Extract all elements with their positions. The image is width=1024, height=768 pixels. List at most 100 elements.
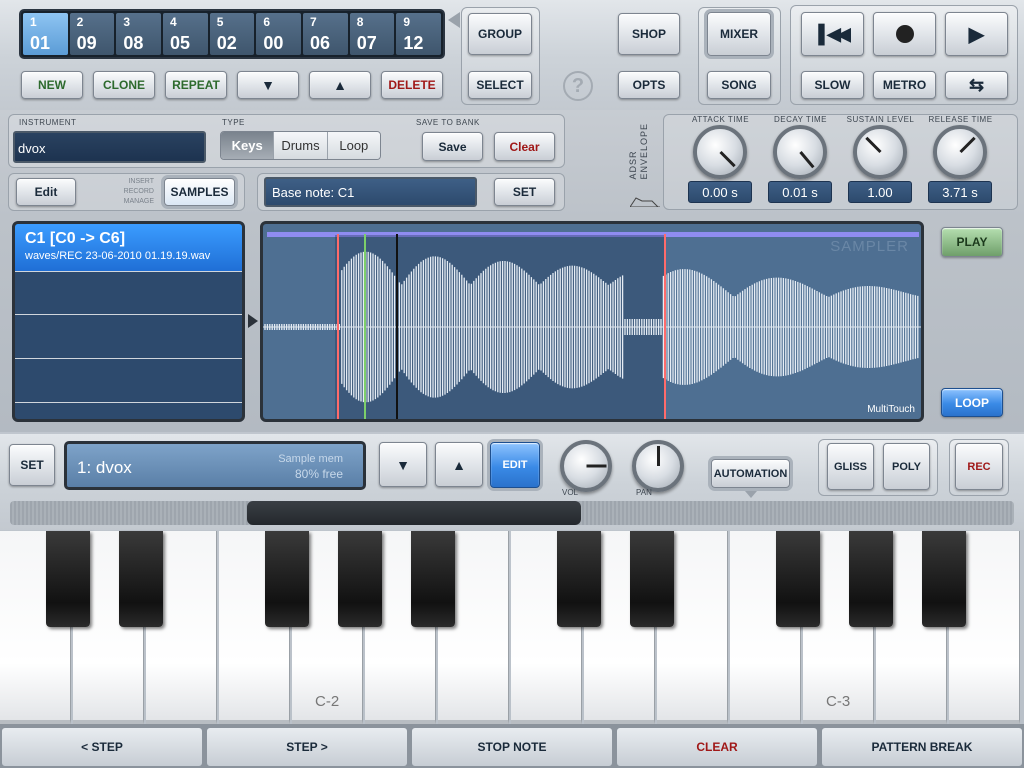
black-key[interactable] [119,531,163,627]
adsr-value-display: 0.00 s [688,181,752,203]
delete-pattern-button[interactable]: DELETE [381,71,443,99]
mode-record-label: RECORD [123,188,154,195]
automation-button[interactable]: AUTOMATION [711,459,790,488]
adsr-title: ADSR ENVELOPE [628,123,650,180]
black-key[interactable] [630,531,674,627]
pattern-slot-value: 00 [263,33,284,53]
select-button[interactable]: SELECT [468,71,532,99]
samples-button[interactable]: SAMPLES [164,178,235,206]
pattern-slot-number: 7 [310,15,317,29]
black-key[interactable] [776,531,820,627]
adsr-value-display: 3.71 s [928,181,992,203]
loop-start-marker[interactable] [337,234,339,419]
volume-indicator [586,464,606,468]
set-track-button[interactable]: SET [9,444,55,486]
poly-button[interactable]: POLY [883,443,930,490]
volume-knob[interactable] [560,440,612,492]
loop-button[interactable]: LOOP [941,388,1003,417]
edit-track-button[interactable]: EDIT [490,442,540,488]
step-forward-button[interactable]: STEP > [206,727,408,767]
group-button[interactable]: GROUP [468,13,532,55]
pattern-slot-value: 06 [310,33,331,53]
pattern-slot[interactable]: 8 07 [349,13,395,55]
sample-list: C1 [C0 -> C6] waves/REC 23-06-2010 01.19… [12,221,245,422]
pattern-slot-number: 6 [263,15,271,29]
play-sample-button[interactable]: PLAY [941,227,1003,257]
pattern-slot-number: 9 [403,15,411,29]
edit-instrument-button[interactable]: Edit [16,178,76,206]
step-back-button[interactable]: < STEP [1,727,203,767]
black-key[interactable] [557,531,601,627]
opts-button[interactable]: OPTS [618,71,680,99]
clear-steps-button[interactable]: CLEAR [616,727,818,767]
sample-list-item-selected[interactable]: C1 [C0 -> C6] waves/REC 23-06-2010 01.19… [15,224,242,271]
knob-indicator [958,136,976,154]
pattern-slot-number: 3 [123,15,131,29]
pattern-slot-value: 05 [170,33,191,53]
play-button[interactable]: ▶ [945,12,1008,56]
song-button[interactable]: SONG [707,71,771,99]
track-up-button[interactable]: ▲ [435,442,483,487]
rewind-button[interactable]: ▌◀◀ [801,12,864,56]
sampler-watermark: SAMPLER [830,238,909,255]
set-base-note-button[interactable]: SET [494,178,555,206]
clear-button[interactable]: Clear [494,132,555,161]
adsr-knob[interactable] [933,125,987,179]
sample-list-slot[interactable] [15,359,242,403]
pattern-slot[interactable]: 4 05 [163,13,208,55]
pattern-slot[interactable]: 9 12 [396,13,442,55]
pan-knob[interactable] [632,440,684,492]
instrument-name-field[interactable]: dvox [13,131,206,163]
loop-end-marker[interactable] [664,234,666,419]
move-down-button[interactable]: ▼ [237,71,299,99]
track-down-button[interactable]: ▼ [379,442,427,487]
repeat-pattern-button[interactable]: REPEAT [165,71,227,99]
adsr-value-display: 1.00 [848,181,912,203]
type-drums-option[interactable]: Drums [273,132,327,159]
adsr-knob[interactable] [853,125,907,179]
waveform-view[interactable]: SAMPLER MultiTouch [260,221,924,422]
vol-label: VOL [562,488,579,497]
black-key[interactable] [922,531,966,627]
black-key[interactable] [265,531,309,627]
list-pointer-icon [248,314,258,328]
shop-button[interactable]: SHOP [618,13,680,55]
type-segmented-control: Keys Drums Loop [220,131,381,160]
type-loop-option[interactable]: Loop [326,132,380,159]
loop-mode-button[interactable]: ⇆ [945,71,1008,99]
black-key[interactable] [338,531,382,627]
pattern-break-button[interactable]: PATTERN BREAK [821,727,1023,767]
mixer-button[interactable]: MIXER [707,12,771,56]
record-button[interactable] [873,12,936,56]
stop-note-button[interactable]: STOP NOTE [411,727,613,767]
adsr-knob[interactable] [693,125,747,179]
pattern-slot[interactable]: 3 08 [116,13,162,55]
new-pattern-button[interactable]: NEW [21,71,83,99]
instrument-label: INSTRUMENT [19,118,77,127]
knob-indicator [798,151,815,169]
pattern-slot[interactable]: 1 01 [23,13,68,55]
black-key[interactable] [849,531,893,627]
pattern-slot[interactable]: 5 02 [209,13,255,55]
gliss-button[interactable]: GLISS [827,443,874,490]
pattern-slot-value: 02 [216,33,237,53]
black-key[interactable] [411,531,455,627]
help-icon[interactable]: ? [563,71,593,101]
save-button[interactable]: Save [422,132,483,161]
type-keys-option[interactable]: Keys [221,132,274,159]
keyboard-scroll-thumb[interactable] [247,501,581,525]
black-key[interactable] [46,531,90,627]
pattern-slot[interactable]: 7 06 [303,13,348,55]
rec-button[interactable]: REC [955,443,1003,490]
sample-list-slot[interactable] [15,271,242,315]
metro-button[interactable]: METRO [873,71,936,99]
clone-pattern-button[interactable]: CLONE [93,71,155,99]
move-up-button[interactable]: ▲ [309,71,371,99]
base-note-display: Base note: C1 [264,177,477,207]
pattern-slot[interactable]: 6 00 [256,13,302,55]
pattern-slot[interactable]: 2 09 [69,13,115,55]
sample-list-slot[interactable] [15,315,242,359]
start-marker[interactable] [364,234,366,419]
slow-button[interactable]: SLOW [801,71,864,99]
adsr-knob[interactable] [773,125,827,179]
